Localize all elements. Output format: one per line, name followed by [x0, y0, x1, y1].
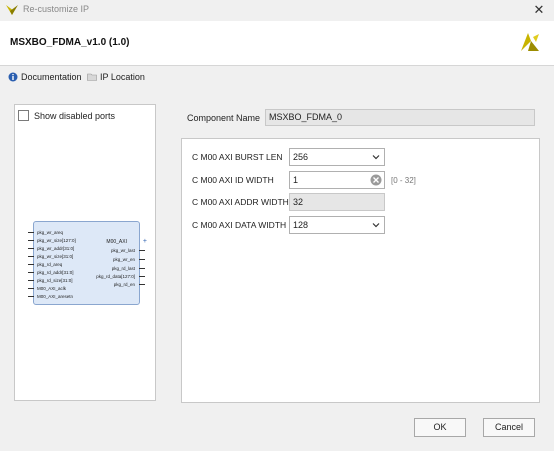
right-port-label: pkg_rd_last	[111, 266, 135, 271]
port-stub	[28, 264, 34, 265]
left-port-label: pkg_wr_size[31:0]	[37, 254, 74, 259]
right-port-label: pkg_wr_en	[112, 257, 135, 262]
addr-width-label: C M00 AXI ADDR WIDTH	[192, 197, 289, 207]
ok-button[interactable]: OK	[414, 418, 466, 437]
chevron-down-icon	[372, 155, 380, 160]
left-port-label: pkg_wr_addr[31:0]	[37, 246, 75, 251]
folder-icon	[87, 73, 97, 81]
right-port-label: M00_AXI	[106, 239, 127, 245]
port-stub	[139, 276, 145, 277]
ip-header: MSXBO_FDMA_v1.0 (1.0)	[0, 22, 554, 66]
show-disabled-ports-label: Show disabled ports	[34, 110, 116, 121]
cancel-button[interactable]: Cancel	[483, 418, 535, 437]
window-title: Re-customize IP	[23, 4, 90, 14]
id-width-range: [0 - 32]	[391, 175, 416, 185]
ip-location-link[interactable]: IP Location	[87, 72, 145, 82]
port-stub	[28, 256, 34, 257]
bus-expand-icon[interactable]: +	[143, 238, 147, 245]
port-stub	[28, 296, 34, 297]
ip-location-label: IP Location	[100, 72, 145, 82]
left-port-label: M00_AXI_aresetn	[37, 294, 74, 299]
port-stub	[28, 280, 34, 281]
port-stub	[28, 232, 34, 233]
port-stub	[139, 259, 145, 260]
burst-len-value: 256	[293, 152, 309, 162]
right-port-label: pkg_wr_last	[110, 248, 135, 253]
link-bar: Documentation IP Location	[0, 66, 554, 90]
port-stub	[28, 248, 34, 249]
id-width-value: 1	[293, 175, 299, 185]
burst-len-label: C M00 AXI BURST LEN	[192, 152, 283, 162]
documentation-label: Documentation	[21, 72, 82, 82]
port-stub	[139, 284, 145, 285]
vivado-app-icon	[6, 5, 18, 15]
left-port-label: pkg_wr_areq	[37, 230, 64, 235]
right-port-label: pkg_rd_en	[113, 282, 135, 287]
id-width-label: C M00 AXI ID WIDTH	[192, 175, 274, 185]
param-row-data-width: C M00 AXI DATA WIDTH 128	[192, 216, 385, 234]
ip-title: MSXBO_FDMA_v1.0 (1.0)	[10, 37, 130, 48]
right-port-label: pkg_rd_data[127:0]	[96, 274, 135, 279]
ip-symbol-panel: Show disabled ports pkg_wr_areq pkg_wr_s…	[14, 104, 156, 401]
left-port-label: pkg_rd_size[31:0]	[37, 278, 73, 283]
left-port-label: pkg_wr_size[127:0]	[37, 238, 76, 243]
close-button[interactable]: ✕	[530, 2, 548, 18]
left-port-label: pkg_rd_areq	[37, 262, 63, 267]
port-stub	[139, 268, 145, 269]
data-width-value: 128	[293, 220, 309, 230]
ip-block-symbol: pkg_wr_areq pkg_wr_size[127:0] pkg_wr_ad…	[28, 221, 147, 305]
component-name-field[interactable]: MSXBO_FDMA_0	[265, 109, 536, 126]
title-bar: Re-customize IP ✕	[0, 0, 554, 22]
port-stub	[139, 250, 145, 251]
data-width-label: C M00 AXI DATA WIDTH	[192, 220, 287, 230]
show-disabled-ports-checkbox[interactable]: Show disabled ports	[18, 110, 115, 121]
addr-width-field: 32	[289, 193, 385, 211]
id-width-input[interactable]: 1	[289, 171, 385, 189]
data-width-select[interactable]: 128	[289, 216, 385, 234]
clear-icon[interactable]	[370, 174, 382, 186]
port-stub	[28, 272, 34, 273]
left-port-label: pkg_rd_addr[31:0]	[37, 270, 74, 275]
vivado-logo-icon	[521, 33, 539, 51]
param-row-burst-len: C M00 AXI BURST LEN 256	[192, 148, 385, 166]
chevron-down-icon	[372, 223, 380, 228]
burst-len-select[interactable]: 256	[289, 148, 385, 166]
param-row-addr-width: C M00 AXI ADDR WIDTH 32	[192, 193, 385, 211]
info-icon	[8, 72, 18, 82]
component-name-label: Component Name	[187, 112, 261, 123]
parameters-panel: C M00 AXI BURST LEN 256 C M00 AXI ID WID…	[181, 138, 540, 403]
param-row-id-width: C M00 AXI ID WIDTH 1 [0 - 32]	[192, 171, 416, 189]
port-stub	[28, 288, 34, 289]
checkbox-box[interactable]	[18, 110, 29, 121]
port-stub	[28, 240, 34, 241]
component-name-row: Component Name MSXBO_FDMA_0	[187, 109, 536, 126]
documentation-link[interactable]: Documentation	[8, 72, 82, 82]
left-port-label: M00_AXI_aclk	[37, 286, 67, 291]
